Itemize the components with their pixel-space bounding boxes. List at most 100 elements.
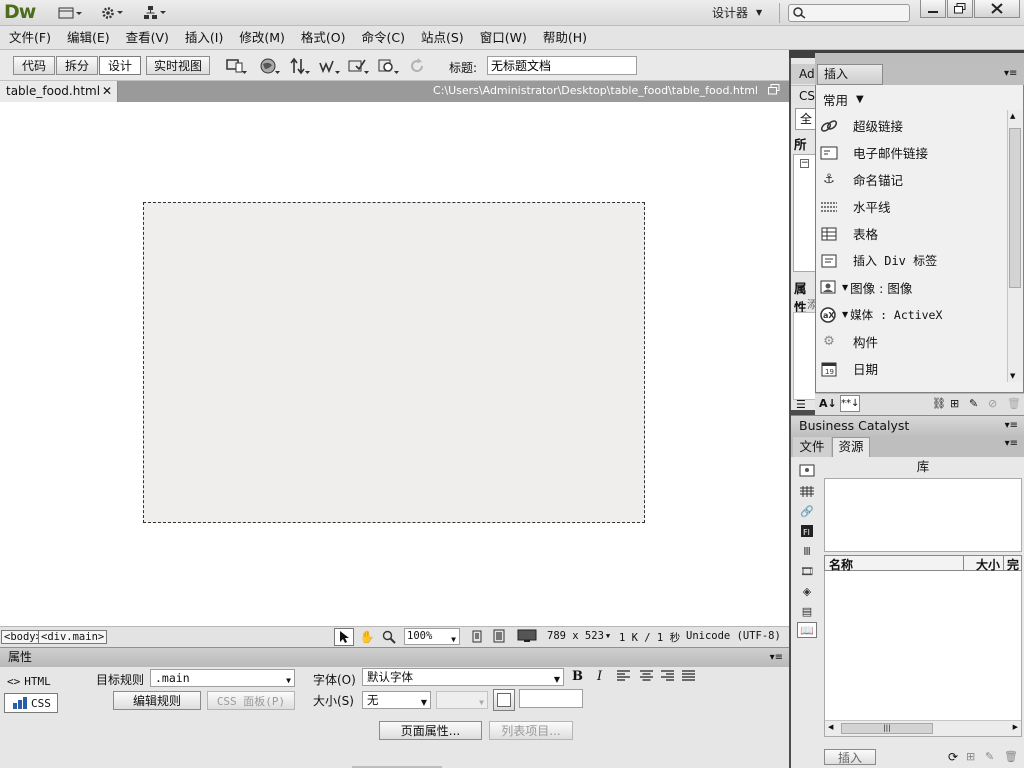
scroll-right-icon[interactable]: ▶ [1013, 723, 1018, 731]
menu-site[interactable]: 站点(S) [413, 27, 472, 49]
insert-item-hyperlink[interactable]: 超级链接 [818, 112, 1006, 139]
close-button[interactable] [974, 0, 1020, 18]
add-property-partial[interactable]: 添 [793, 296, 818, 311]
document-tab[interactable]: table_food.html ✕ [0, 81, 118, 102]
layout-menu-icon[interactable] [58, 4, 84, 22]
adobe-tab-partial[interactable]: Ad [791, 64, 816, 84]
bold-button[interactable]: B [572, 669, 583, 684]
window-size-select[interactable]: 789 x 523 ▼ [547, 630, 610, 642]
edit-rule-button[interactable]: 编辑规则 [113, 691, 201, 710]
menu-commands[interactable]: 命令(C) [354, 27, 413, 49]
business-catalyst-panel-header[interactable]: Business Catalyst ▾≡ [791, 415, 1024, 436]
help-search-input[interactable] [788, 4, 910, 22]
page-properties-button[interactable]: 页面属性... [379, 721, 482, 740]
text-color-input[interactable] [519, 689, 583, 708]
css-panel-button[interactable]: CSS 面板(P) [207, 691, 295, 710]
html-mode-button[interactable]: <> HTML [7, 675, 51, 688]
align-right-icon[interactable] [661, 670, 674, 685]
movies-category-icon[interactable]: 🎞 [797, 563, 817, 579]
panel-menu-icon[interactable]: ▾≡ [1004, 68, 1017, 79]
new-library-item-icon[interactable]: ⊞ [966, 750, 975, 763]
css-rules-tree[interactable]: − [793, 154, 816, 272]
restore-button[interactable] [947, 0, 973, 18]
size-unit-select[interactable]: ▼ [436, 691, 488, 709]
insert-item-email-link[interactable]: 电子邮件链接 [818, 139, 1006, 166]
css-mode-button[interactable]: CSS [4, 693, 58, 713]
main-div-element[interactable] [143, 202, 645, 523]
insert-panel-scrollbar[interactable]: ▲ ▼ [1007, 110, 1022, 382]
urls-category-icon[interactable]: 🔗 [797, 503, 817, 519]
edit-icon[interactable]: ✎ [985, 750, 994, 763]
scroll-thumb[interactable]: ||| [841, 723, 933, 734]
new-css-rule-icon[interactable]: ⊞ [950, 397, 959, 410]
menu-help[interactable]: 帮助(H) [535, 27, 595, 49]
menu-window[interactable]: 窗口(W) [472, 27, 535, 49]
align-left-icon[interactable] [617, 670, 630, 685]
refresh-icon[interactable]: ⟳ [948, 750, 958, 764]
insert-tab[interactable]: 插入 [817, 64, 883, 85]
library-list[interactable]: ◀ ||| ▶ [824, 571, 1022, 737]
menu-edit[interactable]: 编辑(E) [59, 27, 118, 49]
refresh-icon[interactable] [406, 56, 428, 76]
library-hscrollbar[interactable]: ◀ ||| ▶ [825, 720, 1021, 736]
scroll-down-icon[interactable]: ▼ [1010, 372, 1015, 380]
colors-category-icon[interactable] [797, 483, 817, 499]
properties-panel-header[interactable]: 属性 ▾≡ [0, 647, 789, 667]
menu-modify[interactable]: 修改(M) [231, 27, 293, 49]
insert-item-table[interactable]: 表格 [818, 220, 1006, 247]
menu-file[interactable]: 文件(F) [1, 27, 59, 49]
scroll-thumb[interactable] [1009, 128, 1021, 288]
library-category-icon[interactable]: 📖 [797, 622, 817, 638]
align-center-icon[interactable] [640, 670, 653, 685]
zoom-select[interactable]: 100% ▼ [404, 628, 460, 645]
document-title-input[interactable] [487, 56, 637, 75]
scripts-category-icon[interactable]: ◈ [797, 583, 817, 599]
list-item-button[interactable]: 列表项目... [489, 721, 573, 740]
trash-icon[interactable]: 🗑 [1007, 397, 1021, 410]
browser-preview-icon[interactable] [259, 56, 281, 76]
check-browser-compatibility-icon[interactable] [378, 56, 400, 76]
disable-property-icon[interactable]: ⊘ [988, 397, 997, 410]
insert-item-named-anchor[interactable]: ⚓ 命名锚记 [818, 166, 1006, 193]
insert-item-image[interactable]: ▼ 图像 : 图像 [818, 274, 1006, 301]
zoom-tool-icon[interactable] [380, 629, 398, 645]
menu-view[interactable]: 查看(V) [118, 27, 177, 49]
hand-tool-icon[interactable]: ✋ [358, 629, 376, 645]
panel-menu-icon[interactable]: ▾≡ [770, 648, 783, 667]
insert-item-widget[interactable]: ⚙ 构件 [818, 328, 1006, 355]
assets-tab[interactable]: 资源 [832, 437, 870, 457]
size-select[interactable]: 无 ▼ [362, 691, 431, 709]
insert-item-media[interactable]: aX ▼ 媒体 : ActiveX [818, 301, 1006, 328]
flash-category-icon[interactable]: Fl [797, 523, 817, 539]
files-tab[interactable]: 文件 [793, 437, 831, 457]
code-view-button[interactable]: 代码 [13, 56, 55, 75]
visual-aids-icon[interactable] [348, 56, 370, 76]
multiscreen-icon[interactable] [226, 56, 248, 76]
live-view-button[interactable]: 实时视图 [146, 56, 210, 75]
shockwave-category-icon[interactable]: Ⅲ [797, 543, 817, 559]
show-category-icon[interactable]: ☰ [796, 398, 806, 411]
templates-category-icon[interactable]: ▤ [797, 603, 817, 619]
show-set-properties-icon[interactable]: **↓ [840, 395, 860, 412]
trash-icon[interactable]: 🗑 [1004, 750, 1018, 763]
css-tab-partial[interactable]: CS [791, 85, 816, 105]
justify-icon[interactable] [682, 670, 695, 685]
font-select[interactable]: 默认字体 ▼ [362, 668, 564, 686]
insert-item-horizontal-rule[interactable]: 水平线 [818, 193, 1006, 220]
insert-item-div[interactable]: 插入 Div 标签 [818, 247, 1006, 274]
minimize-button[interactable] [920, 0, 946, 18]
menu-insert[interactable]: 插入(I) [177, 27, 231, 49]
insert-item-date[interactable]: 19 日期 [818, 355, 1006, 382]
target-rule-select[interactable]: .main ▼ [150, 669, 295, 687]
site-manager-icon[interactable] [143, 4, 169, 22]
text-color-picker[interactable] [493, 689, 515, 711]
attach-stylesheet-icon[interactable]: ⛓ [932, 397, 946, 410]
w3c-validation-icon[interactable] [319, 56, 341, 76]
italic-button[interactable]: I [597, 669, 602, 684]
insert-asset-button[interactable]: 插入 [824, 749, 876, 765]
collapse-icon[interactable]: − [800, 159, 809, 168]
all-button-partial[interactable]: 全 [795, 108, 816, 130]
select-tool-icon[interactable] [334, 628, 354, 646]
sort-alpha-icon[interactable]: A↓ [819, 397, 837, 410]
tag-selector-div-main[interactable]: <div.main> [38, 630, 108, 644]
